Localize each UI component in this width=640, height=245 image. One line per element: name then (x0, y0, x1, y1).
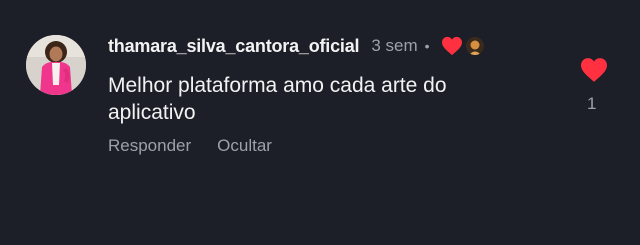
creator-avatar (465, 37, 484, 55)
comment-text: Melhor plataforma amo cada arte do aplic… (108, 74, 447, 124)
comment-actions: Responder Ocultar (108, 136, 272, 156)
username[interactable]: thamara_silva_cantora_oficial (108, 36, 360, 57)
like-count: 1 (587, 94, 597, 113)
reply-button[interactable]: Responder (108, 136, 191, 156)
like-button[interactable] (579, 57, 609, 83)
timestamp: 3 sem (371, 36, 418, 55)
heart-icon (581, 58, 607, 82)
user-avatar[interactable] (26, 35, 86, 95)
user-avatar-image (26, 35, 86, 95)
separator-dot: • (424, 38, 430, 54)
creator-heart-icon (441, 36, 463, 56)
hide-button[interactable]: Ocultar (217, 136, 272, 156)
comment-header: thamara_silva_cantora_oficial 3 sem • (108, 35, 484, 57)
